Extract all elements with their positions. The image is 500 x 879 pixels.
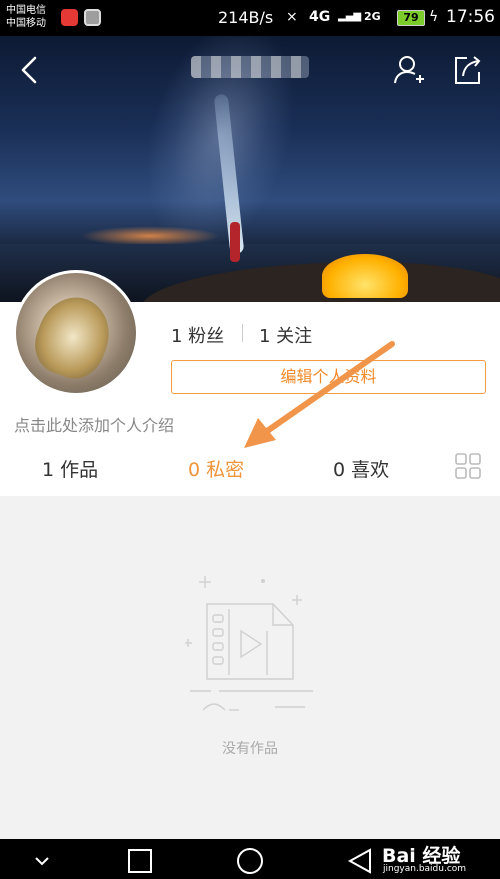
back-arrow-icon (21, 56, 37, 84)
network-4g: 4G (309, 9, 331, 25)
cover-horizon-glow (80, 226, 220, 246)
android-nav-bar: Bai 经验 jingyan.baidu.com (0, 839, 500, 879)
nav-back-icon[interactable] (346, 847, 374, 875)
charging-icon: ϟ (429, 9, 439, 25)
signal-bars-icon: ▂▄▆ (338, 11, 362, 22)
clock: 17:56 (446, 7, 495, 27)
grid-icon (455, 453, 481, 479)
share-icon (455, 56, 481, 84)
add-intro-link[interactable]: 点击此处添加个人介绍 (14, 412, 174, 436)
followers-count[interactable]: 1 粉丝 (171, 322, 224, 348)
share-button[interactable] (449, 52, 485, 88)
tab-likes[interactable]: 0 喜欢 (333, 455, 389, 482)
network-2g: 2G (364, 10, 381, 23)
empty-video-icon (185, 576, 313, 711)
status-bar: 中国电信 中国移动 214B/s ⨯ 4G ▂▄▆ 2G 79 ϟ 17:56 (0, 0, 500, 36)
username-blurred (191, 56, 309, 78)
battery-icon: 79 (397, 10, 425, 26)
add-user-icon (394, 56, 424, 84)
image-notification-icon (84, 9, 101, 26)
avatar[interactable] (13, 270, 139, 396)
cover-person (230, 222, 240, 262)
empty-state-text: 没有作品 (222, 741, 278, 757)
profile-cover (0, 36, 500, 302)
carrier-2: 中国移动 (6, 18, 46, 29)
tab-private[interactable]: 0 私密 (188, 455, 244, 482)
hide-nav-icon[interactable] (28, 847, 56, 875)
tab-works[interactable]: 1 作品 (42, 455, 98, 482)
qq-notification-icon (61, 9, 78, 26)
avatar-photo (26, 287, 120, 387)
add-friend-button[interactable] (391, 52, 427, 88)
back-button[interactable] (12, 52, 48, 88)
annotation-arrow-icon (244, 341, 395, 448)
grid-view-button[interactable] (455, 453, 481, 479)
recent-apps-icon[interactable] (126, 847, 154, 875)
home-icon[interactable] (236, 847, 264, 875)
carrier-info: 中国电信 中国移动 (6, 4, 46, 30)
mute-icon: ⨯ (286, 9, 298, 25)
carrier-1: 中国电信 (6, 5, 46, 16)
cover-tent (322, 254, 408, 298)
net-speed: 214B/s (218, 8, 274, 27)
watermark-url: jingyan.baidu.com (383, 864, 467, 874)
